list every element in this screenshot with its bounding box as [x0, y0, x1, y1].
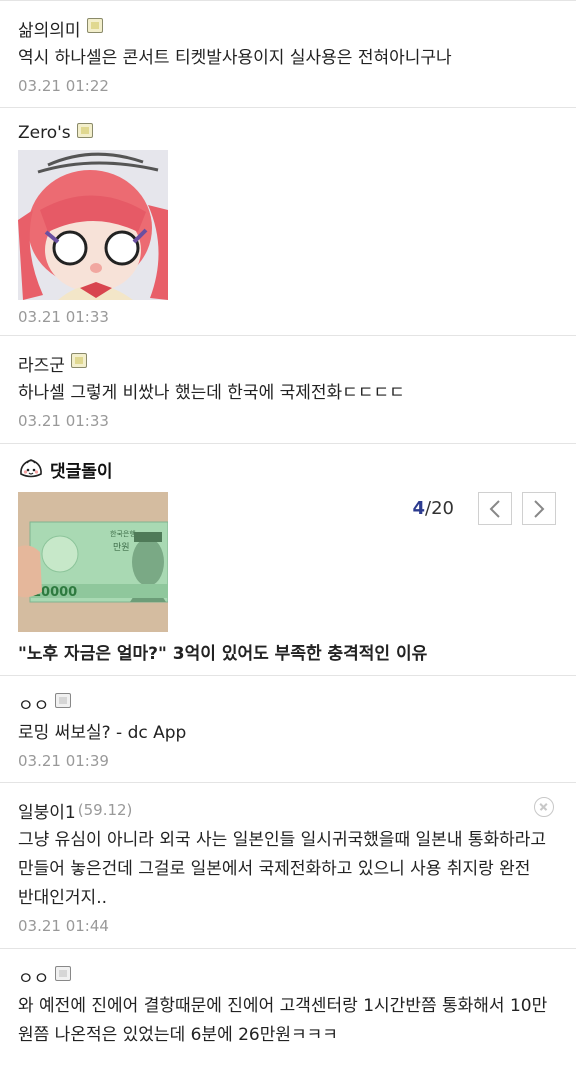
delete-comment-button[interactable]	[534, 797, 554, 817]
comment-text: 역시 하나셀은 콘서트 티켓발사용이지 실사용은 전혀아니구나	[18, 48, 452, 68]
comment-item: ㅇㅇ 와 예전에 진에어 결항때문에 진에어 고객센터랑 1시간반쯤 통화해서 …	[0, 948, 576, 1068]
gallog-icon[interactable]	[55, 692, 72, 708]
comment-item: 라즈군 하나셀 그렇게 비쌌나 했는데 한국에 국제전화ㄷㄷㄷㄷ 03.21 0…	[0, 335, 576, 443]
comment-nickname[interactable]: Zero's	[18, 123, 71, 143]
ad-next-button[interactable]	[522, 492, 556, 525]
comment-date: 03.21 01:39	[18, 752, 109, 770]
comment-date: 03.21 01:22	[18, 77, 109, 95]
ad-page-indicator: 4/20	[413, 498, 455, 519]
ad-thumbnail-image[interactable]: 한국은행 만원 10000	[18, 492, 168, 632]
comment-item: 삶의의미 역시 하나셀은 콘서트 티켓발사용이지 실사용은 전혀아니구나 03.…	[0, 0, 576, 107]
comment-text: 와 예전에 진에어 결항때문에 진에어 고객센터랑 1시간반쯤 통화해서 10만…	[18, 996, 548, 1045]
chevron-left-icon	[489, 499, 500, 518]
comment-date: 03.21 01:33	[18, 412, 109, 430]
ad-banner[interactable]: 댓글돌이 한국은행 만원 10000 4/20 "노후 자금은 얼마?" 3억이…	[0, 443, 576, 675]
chevron-right-icon	[534, 499, 545, 518]
comment-item: 일붕이1 (59.12) 그냥 유심이 아니라 외국 사는 일본인들 일시귀국했…	[0, 782, 576, 948]
comment-text: 하나셀 그렇게 비쌌나 했는데 한국에 국제전화ㄷㄷㄷㄷ	[18, 383, 405, 403]
comment-date: 03.21 01:44	[18, 917, 109, 935]
dccon-image[interactable]	[18, 150, 168, 300]
comment-nickname[interactable]: 삶의의미	[18, 16, 81, 41]
comment-item: Zero's 03.21 01:33	[0, 107, 576, 335]
comment-text: 그냥 유심이 아니라 외국 사는 일본인들 일시귀국했을때 일본내 통화하라고 …	[18, 830, 547, 908]
ad-pager: 4/20	[413, 492, 556, 525]
comment-date: 03.21 01:33	[18, 308, 109, 326]
gallog-fixed-icon[interactable]	[70, 352, 87, 368]
ad-brand-name: 댓글돌이	[50, 461, 113, 482]
bill-label-text: 만원	[113, 542, 130, 553]
gallog-fixed-icon[interactable]	[76, 122, 93, 138]
dumpling-logo-icon	[20, 459, 42, 478]
comment-nickname[interactable]: 라즈군	[18, 351, 65, 376]
ad-prev-button[interactable]	[478, 492, 512, 525]
bill-bank-text: 한국은행	[110, 529, 136, 538]
comment-text: 로밍 써보실? - dc App	[18, 723, 187, 743]
ad-page-total: /20	[425, 498, 454, 519]
ad-headline[interactable]: "노후 자금은 얼마?" 3억이 있어도 부족한 충격적인 이유	[18, 640, 558, 668]
comment-ip: (59.12)	[77, 801, 133, 819]
gallog-fixed-icon[interactable]	[86, 17, 103, 33]
comment-item: ㅇㅇ 로밍 써보실? - dc App 03.21 01:39	[0, 675, 576, 782]
comment-nickname[interactable]: 일붕이1	[18, 798, 76, 823]
comment-nickname[interactable]: ㅇㅇ	[18, 691, 49, 716]
gallog-icon[interactable]	[55, 965, 72, 981]
ad-page-current: 4	[412, 498, 426, 519]
comment-nickname[interactable]: ㅇㅇ	[18, 964, 49, 989]
